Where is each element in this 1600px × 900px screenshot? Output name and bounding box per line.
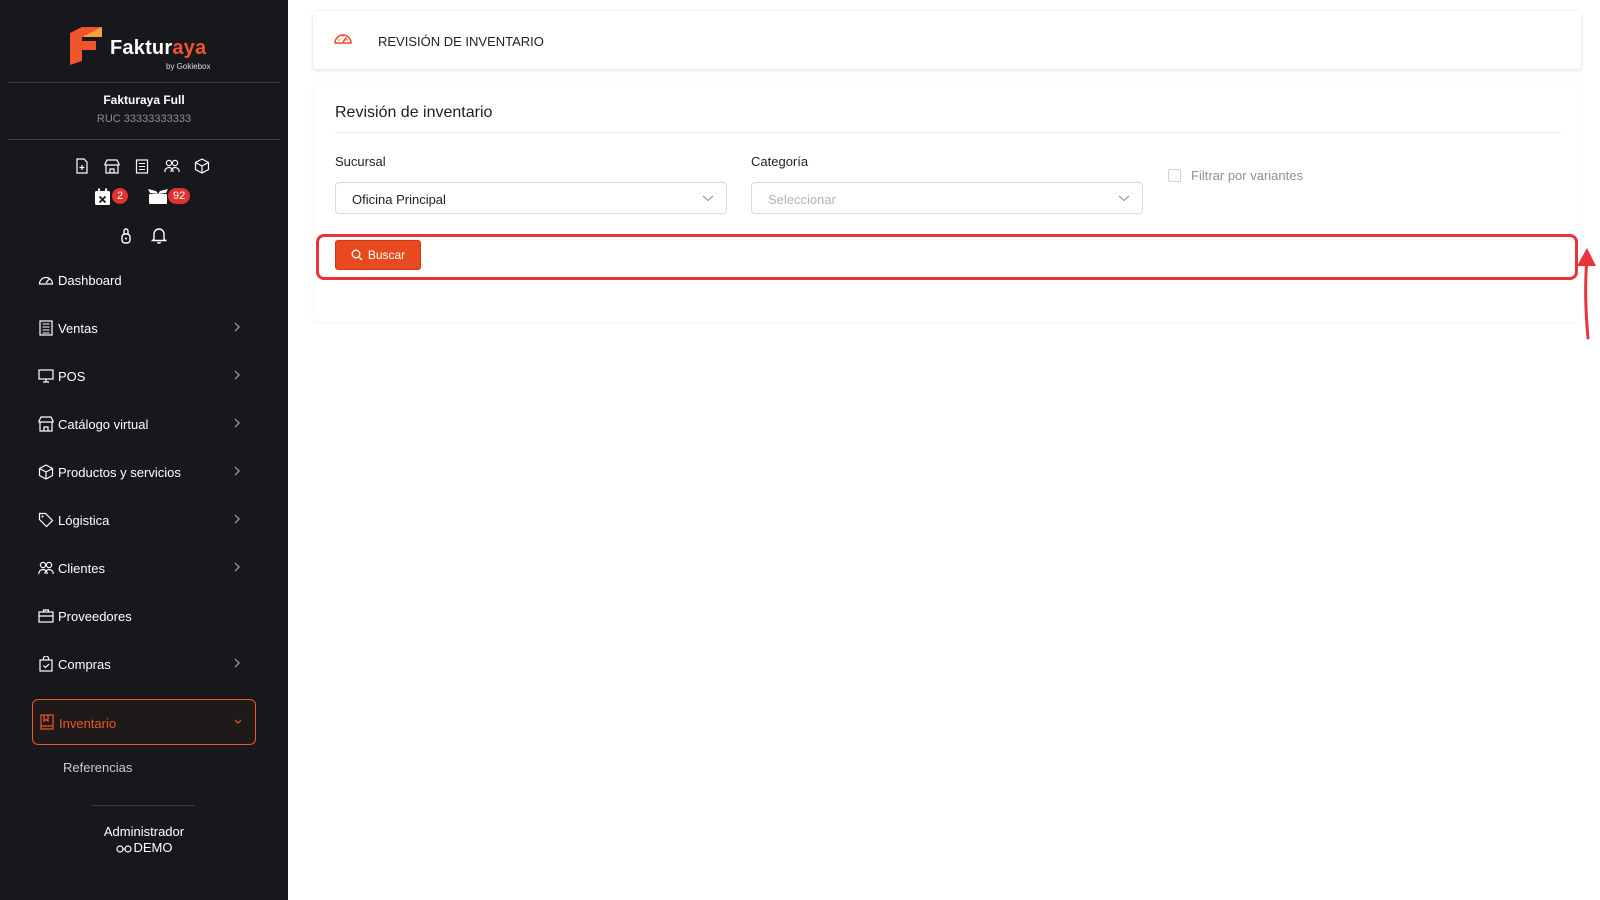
calendar-x-icon <box>95 188 110 205</box>
bell-icon[interactable] <box>150 226 168 244</box>
user-name: DEMO <box>133 840 173 855</box>
brand-wordmark: Fakturaya <box>110 37 207 59</box>
sidebar-item-label: Inventario <box>59 716 117 731</box>
sidebar: Fakturaya by Gokiebox Fakturaya Full RUC… <box>0 0 288 900</box>
sidebar-item-label: Catálogo virtual <box>58 417 149 432</box>
sidebar-item-label: Lógistica <box>58 513 110 528</box>
logo-mark-icon <box>70 27 102 65</box>
sidebar-item-label: Ventas <box>58 321 98 336</box>
sidebar-divider <box>92 805 195 806</box>
sidebar-item-catalogo[interactable]: Catálogo virtual <box>32 404 256 444</box>
card-title: Revisión de inventario <box>335 104 493 121</box>
sidebar-item-ventas[interactable]: Ventas <box>32 308 256 348</box>
arrow-annotation-icon <box>1577 248 1596 340</box>
user-role: Administrador <box>103 824 185 839</box>
chevron-down-icon <box>1118 195 1130 202</box>
chevron-right-icon <box>234 322 240 332</box>
sidebar-item-logistica[interactable]: Lógistica <box>32 500 256 540</box>
sidebar-item-label: Dashboard <box>58 273 122 288</box>
chevron-right-icon <box>234 514 240 524</box>
chevron-right-icon <box>234 418 240 428</box>
categoria-select[interactable]: Seleccionar <box>751 182 1143 214</box>
new-document-icon[interactable] <box>74 158 90 174</box>
inventory-review-card: Revisión de inventario Sucursal Oficina … <box>313 82 1581 322</box>
sidebar-item-pos[interactable]: POS <box>32 356 256 396</box>
bag-icon <box>39 656 53 672</box>
sidebar-divider <box>8 82 280 83</box>
sucursal-value: Oficina Principal <box>352 192 446 207</box>
chevron-down-icon <box>234 719 242 724</box>
glasses-icon <box>115 845 132 853</box>
calendar-count-badge: 2 <box>112 188 129 204</box>
page-header: REVISIÓN DE INVENTARIO <box>313 11 1581 69</box>
open-box-icon <box>148 189 168 204</box>
tag-icon <box>38 512 54 528</box>
sidebar-item-label: Productos y servicios <box>58 465 181 480</box>
sidebar-item-label: POS <box>58 369 86 384</box>
sucursal-label: Sucursal <box>335 154 386 169</box>
sidebar-divider <box>8 139 280 140</box>
ventas-icon <box>39 320 53 336</box>
card-divider <box>335 132 1561 133</box>
box-badge-group[interactable]: 92 <box>146 186 196 208</box>
store-icon[interactable] <box>104 158 120 174</box>
filtrar-variantes-label: Filtrar por variantes <box>1191 168 1303 183</box>
tool-icons <box>118 226 168 244</box>
users-icon[interactable] <box>164 158 180 174</box>
sidebar-item-inventario[interactable]: Inventario <box>32 699 256 745</box>
dashboard-icon <box>38 276 54 285</box>
filtrar-variantes-checkbox[interactable] <box>1168 169 1181 182</box>
categoria-placeholder: Seleccionar <box>768 192 836 207</box>
user-name-row[interactable]: DEMO <box>0 840 288 855</box>
brand-logo[interactable]: Fakturaya by Gokiebox <box>68 25 228 71</box>
box-count-badge: 92 <box>168 188 191 204</box>
calendar-badge-group[interactable]: 2 <box>94 186 130 208</box>
chevron-right-icon <box>234 466 240 476</box>
page-title: REVISIÓN DE INVENTARIO <box>378 34 544 49</box>
users-icon <box>38 561 54 575</box>
speedometer-icon <box>334 34 352 44</box>
briefcase-icon <box>38 609 54 623</box>
brand-byline: by Gokiebox <box>166 62 211 71</box>
sidebar-item-clientes[interactable]: Clientes <box>32 548 256 588</box>
sidebar-item-label: Compras <box>58 657 111 672</box>
sidebar-subitem-referencias[interactable]: Referencias <box>63 760 132 775</box>
sidebar-item-productos[interactable]: Productos y servicios <box>32 452 256 492</box>
sidebar-item-label: Proveedores <box>58 609 132 624</box>
box-icon <box>38 464 54 480</box>
chevron-down-icon <box>702 195 714 202</box>
sidebar-item-label: Clientes <box>58 561 105 576</box>
highlight-annotation <box>316 234 1578 280</box>
sidebar-item-proveedores[interactable]: Proveedores <box>32 596 256 636</box>
quick-actions <box>74 158 210 176</box>
chevron-right-icon <box>234 370 240 380</box>
sucursal-select[interactable]: Oficina Principal <box>335 182 727 214</box>
company-name: Fakturaya Full <box>103 93 185 107</box>
sidebar-item-dashboard[interactable]: Dashboard <box>32 260 256 300</box>
lock-icon[interactable] <box>118 226 134 244</box>
book-icon <box>40 714 54 730</box>
app-root: Fakturaya by Gokiebox Fakturaya Full RUC… <box>0 0 1600 900</box>
store-icon <box>38 416 54 432</box>
monitor-icon <box>38 369 54 383</box>
chevron-right-icon <box>234 658 240 668</box>
receipt-icon[interactable] <box>134 158 150 174</box>
box-icon[interactable] <box>194 158 210 174</box>
company-ruc: RUC 33333333333 <box>96 113 192 125</box>
sidebar-item-compras[interactable]: Compras <box>32 644 256 684</box>
chevron-right-icon <box>234 562 240 572</box>
categoria-label: Categoría <box>751 154 809 169</box>
